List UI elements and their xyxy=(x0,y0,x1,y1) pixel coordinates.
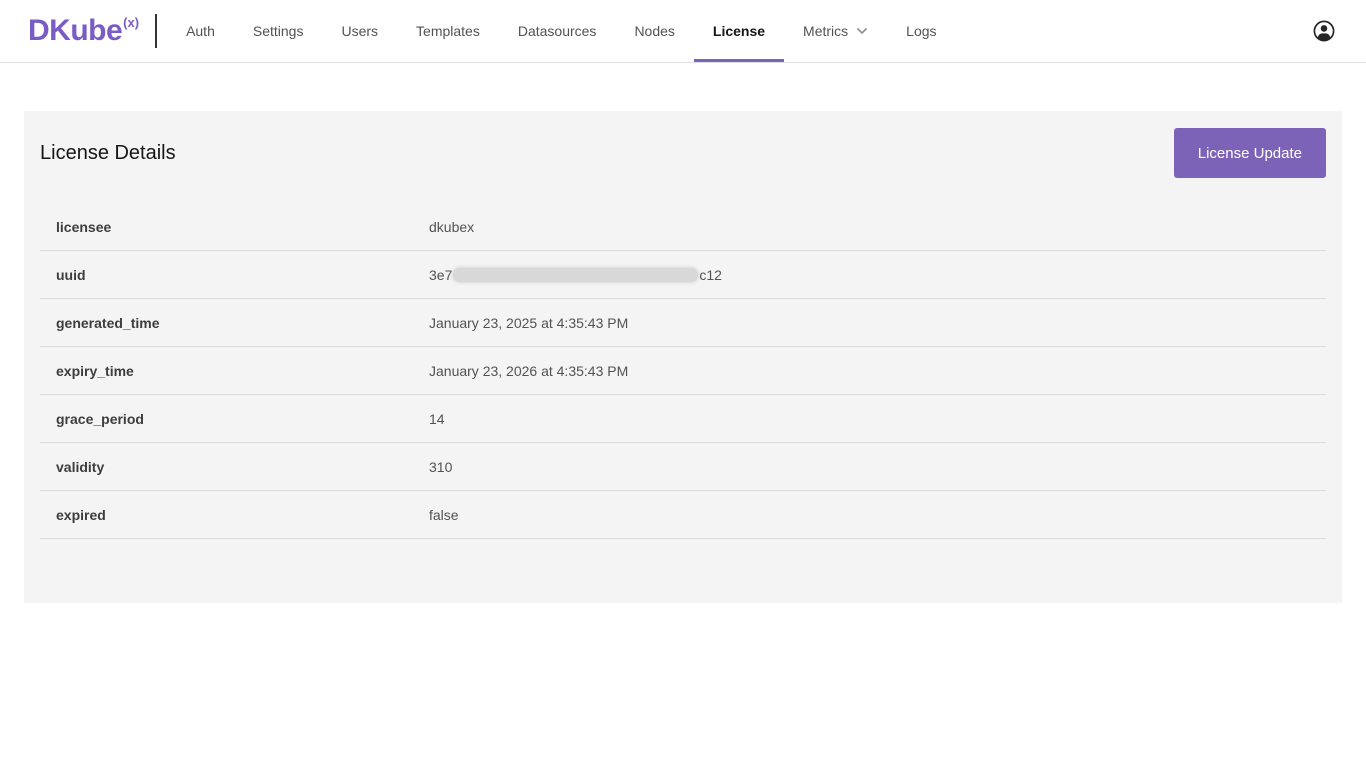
nav-item-datasources[interactable]: Datasources xyxy=(499,0,616,62)
table-row-expiry_time: expiry_timeJanuary 23, 2026 at 4:35:43 P… xyxy=(40,347,1326,395)
table-row-uuid: uuid3e7 c12 xyxy=(40,251,1326,299)
page-content: License Details License Update licenseed… xyxy=(0,111,1366,603)
account-button[interactable] xyxy=(1312,0,1336,62)
nav-item-nodes[interactable]: Nodes xyxy=(615,0,693,62)
row-key: expiry_time xyxy=(40,363,429,379)
nav-item-label: Users xyxy=(341,23,378,39)
panel-header: License Details License Update xyxy=(40,111,1326,203)
nav-item-settings[interactable]: Settings xyxy=(234,0,323,62)
nav-item-label: Datasources xyxy=(518,23,597,39)
row-value: 3e7 c12 xyxy=(429,267,722,283)
chevron-down-icon xyxy=(856,27,868,35)
nav-item-label: Auth xyxy=(186,23,215,39)
account-icon xyxy=(1312,19,1336,43)
table-row-licensee: licenseedkubex xyxy=(40,203,1326,251)
table-row-expired: expiredfalse xyxy=(40,491,1326,539)
nav-item-label: License xyxy=(713,23,765,39)
nav-item-label: Logs xyxy=(906,23,936,39)
nav-item-label: Templates xyxy=(416,23,480,39)
nav-item-users[interactable]: Users xyxy=(322,0,397,62)
row-key: licensee xyxy=(40,219,429,235)
nav-item-label: Settings xyxy=(253,23,304,39)
row-value: dkubex xyxy=(429,219,474,235)
nav-item-metrics[interactable]: Metrics xyxy=(784,0,887,62)
logo-divider xyxy=(155,14,157,48)
panel-title: License Details xyxy=(40,142,176,165)
row-value: January 23, 2026 at 4:35:43 PM xyxy=(429,363,628,379)
table-row-grace_period: grace_period14 xyxy=(40,395,1326,443)
uuid-redacted-box xyxy=(453,268,698,282)
table-row-generated_time: generated_timeJanuary 23, 2025 at 4:35:4… xyxy=(40,299,1326,347)
row-value: 310 xyxy=(429,459,452,475)
brand-superscript: (x) xyxy=(123,15,139,30)
row-key: uuid xyxy=(40,267,429,283)
nav-item-logs[interactable]: Logs xyxy=(887,0,955,62)
dkube-logo[interactable]: DKube(x) xyxy=(28,0,139,62)
license-details-panel: License Details License Update licenseed… xyxy=(24,111,1342,603)
license-update-button[interactable]: License Update xyxy=(1174,128,1326,178)
license-properties-table: licenseedkubexuuid3e7c12generated_timeJa… xyxy=(40,203,1326,539)
row-value: false xyxy=(429,507,459,523)
uuid-value-suffix: c12 xyxy=(699,267,722,283)
row-value: January 23, 2025 at 4:35:43 PM xyxy=(429,315,628,331)
main-nav: Auth Settings Users Templates Datasources Nod… xyxy=(167,0,955,62)
row-value: 14 xyxy=(429,411,445,427)
row-key: validity xyxy=(40,459,429,475)
nav-item-license[interactable]: License xyxy=(694,0,784,62)
nav-item-auth[interactable]: Auth xyxy=(167,0,234,62)
row-key: grace_period xyxy=(40,411,429,427)
nav-item-label: Nodes xyxy=(634,23,674,39)
top-navbar: DKube(x) Auth Settings Users Templates Datas… xyxy=(0,0,1366,63)
row-key: generated_time xyxy=(40,315,429,331)
table-row-validity: validity310 xyxy=(40,443,1326,491)
nav-item-templates[interactable]: Templates xyxy=(397,0,499,62)
uuid-value-prefix: 3e7 xyxy=(429,267,452,283)
navbar-spacer xyxy=(956,0,1312,62)
nav-item-label: Metrics xyxy=(803,23,848,39)
brand-name: DKube xyxy=(28,16,122,46)
row-key: expired xyxy=(40,507,429,523)
